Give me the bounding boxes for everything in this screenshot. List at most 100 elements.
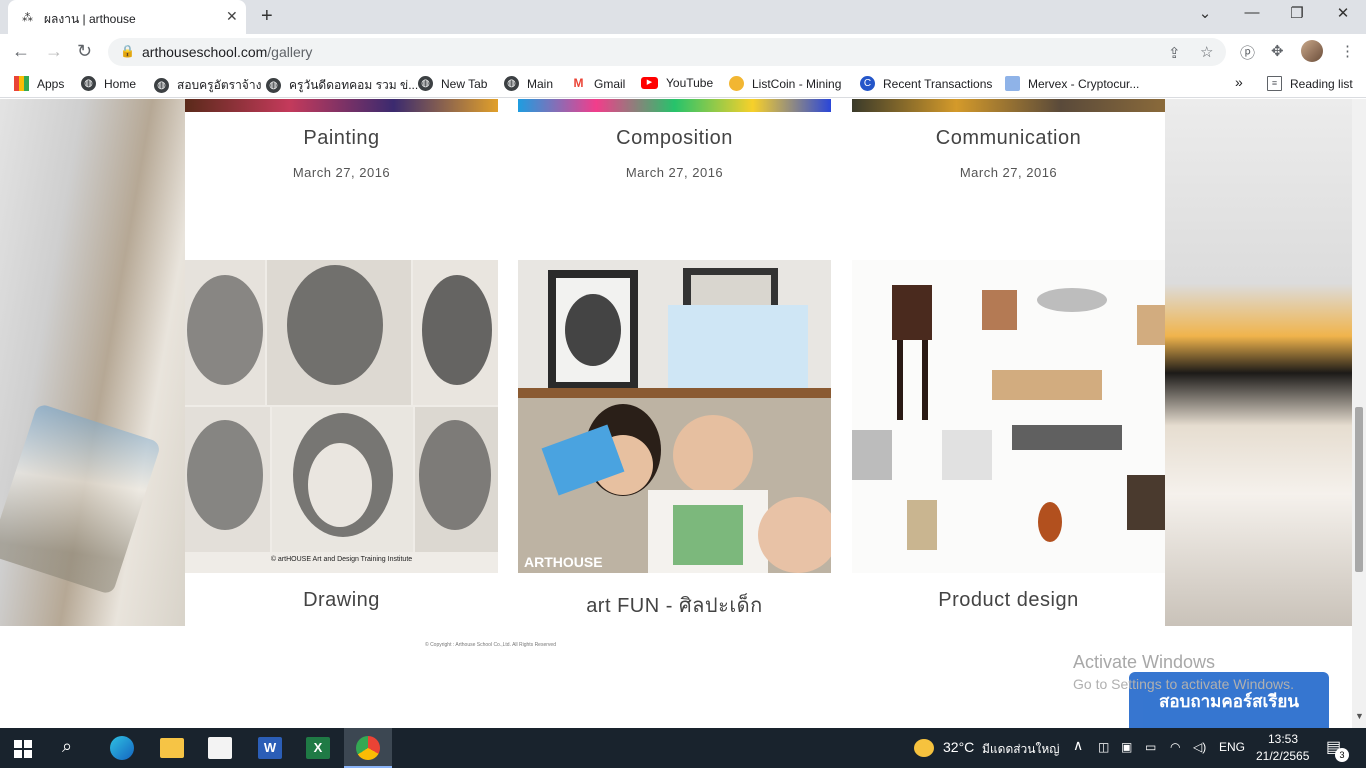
tab-search-chevron-icon[interactable]: ⌄: [1185, 4, 1225, 22]
bookmark-home[interactable]: ◍ Home: [81, 76, 136, 91]
copyright-text: © Copyright : Arthouse School Co.,Ltd. A…: [425, 642, 556, 648]
bookmark-label: ครูวันดีดอทคอม รวม ข่...: [289, 78, 419, 92]
meet-now-icon[interactable]: ◫: [1098, 740, 1109, 754]
word-icon[interactable]: W: [258, 737, 282, 759]
globe-icon: ◍: [504, 76, 519, 91]
gallery-title-composition[interactable]: Composition: [518, 127, 831, 150]
notification-count-badge: 3: [1335, 748, 1349, 762]
extension-p-icon[interactable]: ⓟ: [1240, 42, 1255, 63]
lock-icon[interactable]: 🔒: [120, 44, 135, 58]
bookmark-label: ListCoin - Mining: [752, 76, 842, 91]
communication-image[interactable]: [852, 99, 1165, 112]
scroll-down-arrow-icon[interactable]: ▼: [1355, 711, 1364, 721]
gallery-date: March 27, 2016: [625, 165, 724, 180]
file-explorer-icon[interactable]: [160, 738, 184, 758]
bookmark-label: Recent Transactions: [883, 76, 993, 91]
bookmark-star-icon[interactable]: ☆: [1200, 43, 1213, 61]
bookmark-label: Home: [104, 76, 137, 91]
share-icon[interactable]: ⇪: [1168, 44, 1181, 62]
weather-sun-icon[interactable]: [914, 739, 934, 757]
drawing-caption: © artHOUSE Art and Design Training Insti…: [270, 556, 413, 563]
new-tab-icon[interactable]: +: [261, 5, 273, 28]
composition-image[interactable]: [518, 99, 831, 112]
windows-start-icon[interactable]: [14, 740, 32, 758]
bookmark-recent-transactions[interactable]: C Recent Transactions: [860, 76, 992, 91]
background-magazine-left: [0, 99, 185, 626]
extensions-puzzle-icon[interactable]: ✥: [1271, 42, 1284, 60]
bookmark-mervex[interactable]: Mervex - Cryptocur...: [1005, 76, 1139, 91]
gallery-title-communication[interactable]: Communication: [852, 127, 1165, 150]
clock-date[interactable]: 21/2/2565: [1256, 749, 1309, 763]
mervex-icon: [1005, 76, 1020, 91]
address-bar[interactable]: 🔒 arthouseschool.com/gallery ⇪ ☆: [108, 38, 1226, 66]
bookmarks-bar: Apps ◍ Home ◍ สอบครูอัตราจ้าง ◍ ครูวันดี…: [0, 70, 1366, 98]
bookmark-youtube[interactable]: ▶ YouTube: [641, 76, 713, 90]
bookmark-new-tab[interactable]: ◍ New Tab: [418, 76, 487, 91]
globe-icon: ◍: [266, 78, 281, 93]
reading-list-button[interactable]: ≡ Reading list: [1267, 76, 1353, 91]
gmail-icon: M: [571, 76, 586, 91]
reading-list-icon: ≡: [1267, 76, 1282, 91]
page-scrollbar[interactable]: ▼: [1352, 99, 1366, 728]
bookmark-label: YouTube: [666, 76, 714, 90]
bookmark-gmail[interactable]: M Gmail: [571, 76, 625, 91]
excel-icon[interactable]: X: [306, 737, 330, 759]
bookmark-label: สอบครูอัตราจ้าง: [177, 78, 262, 92]
scrollbar-thumb[interactable]: [1355, 407, 1363, 572]
painting-image[interactable]: [185, 99, 498, 112]
back-icon[interactable]: ←: [12, 41, 30, 62]
chrome-icon: [356, 736, 380, 760]
art-fun-image[interactable]: ARTHOUSE: [518, 260, 831, 573]
url-path: /gallery: [267, 44, 313, 60]
gallery-title-painting[interactable]: Painting: [185, 127, 498, 150]
url-text[interactable]: arthouseschool.com/gallery: [142, 44, 312, 60]
wifi-icon[interactable]: ◠: [1170, 740, 1180, 754]
clock-time[interactable]: 13:53: [1268, 732, 1298, 746]
browser-toolbar: ← → ↻ 🔒 arthouseschool.com/gallery ⇪ ☆ ⓟ…: [0, 34, 1366, 70]
close-tab-icon[interactable]: ✕: [226, 8, 238, 25]
volume-icon[interactable]: ◁): [1193, 740, 1206, 754]
active-tab[interactable]: ⁂ ผลงาน | arthouse ✕: [8, 0, 246, 34]
reload-icon[interactable]: ↻: [77, 41, 92, 62]
edge-browser-icon[interactable]: [110, 736, 134, 760]
gallery-grid: Painting March 27, 2016 Composition Marc…: [185, 99, 1165, 626]
weather-temperature[interactable]: 32°C: [943, 739, 974, 755]
gallery-date: March 27, 2016: [292, 165, 391, 180]
bookmark-label: Apps: [37, 76, 65, 91]
bookmark-kruwandee[interactable]: ◍ ครูวันดีดอทคอม รวม ข่...: [266, 76, 418, 95]
profile-avatar[interactable]: [1301, 40, 1323, 62]
bookmark-main[interactable]: ◍ Main: [504, 76, 553, 91]
bookmark-label: Mervex - Cryptocur...: [1028, 76, 1140, 91]
web-page: Painting March 27, 2016 Composition Marc…: [0, 99, 1352, 728]
close-window-icon[interactable]: ✕: [1323, 4, 1363, 22]
language-indicator[interactable]: ENG: [1219, 740, 1245, 754]
bookmark-listcoin[interactable]: ListCoin - Mining: [729, 76, 841, 91]
product-design-image[interactable]: [852, 260, 1165, 573]
bookmark-label: Main: [527, 76, 554, 91]
apps-grid-icon: [14, 76, 29, 91]
globe-icon: ◍: [418, 76, 433, 91]
bookmark-label: Gmail: [594, 76, 626, 91]
search-icon[interactable]: ⌕: [62, 736, 86, 760]
weather-description[interactable]: มีแดดส่วนใหญ่: [982, 740, 1060, 759]
gallery-title-art-fun[interactable]: art FUN - ศิลปะเด็ก: [518, 589, 831, 621]
url-domain: arthouseschool.com: [142, 44, 268, 60]
drawing-image[interactable]: © artHOUSE Art and Design Training Insti…: [185, 260, 498, 573]
battery-icon[interactable]: ▭: [1145, 740, 1156, 754]
bookmark-exam[interactable]: ◍ สอบครูอัตราจ้าง: [154, 76, 261, 95]
action-icon[interactable]: ▣: [1121, 740, 1132, 754]
gallery-title-drawing[interactable]: Drawing: [185, 589, 498, 612]
menu-kebab-icon[interactable]: ⋮: [1340, 42, 1355, 60]
more-bookmarks-chevron[interactable]: »: [1235, 74, 1243, 90]
coin-icon: C: [860, 76, 875, 91]
bookmark-apps[interactable]: Apps: [14, 76, 64, 91]
minimize-icon[interactable]: —: [1232, 4, 1272, 21]
chrome-taskbar-active[interactable]: [344, 728, 392, 768]
gallery-date: March 27, 2016: [959, 165, 1058, 180]
microsoft-store-icon[interactable]: [208, 737, 232, 759]
restore-icon[interactable]: ❐: [1277, 4, 1317, 22]
gallery-title-product-design[interactable]: Product design: [852, 589, 1165, 612]
show-hidden-icons-chevron-icon[interactable]: ∧: [1073, 737, 1083, 754]
forward-icon[interactable]: →: [45, 41, 63, 62]
globe-icon: ◍: [154, 78, 169, 93]
